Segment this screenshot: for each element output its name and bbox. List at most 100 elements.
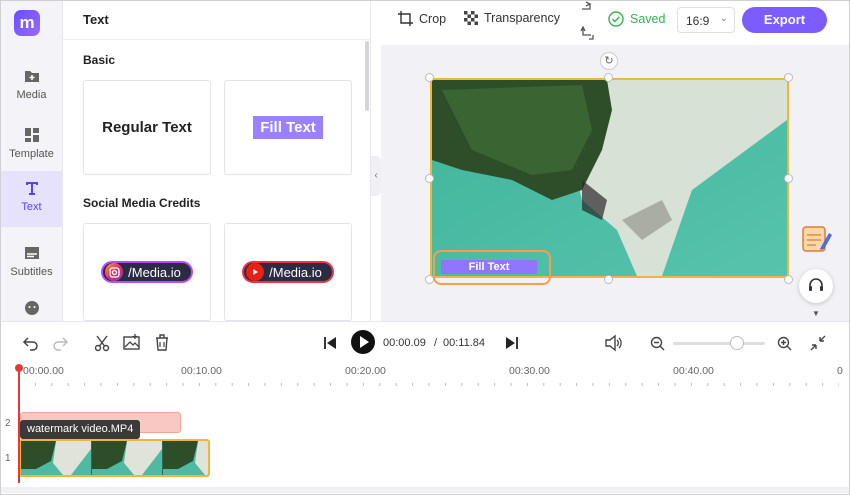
resize-handle[interactable]	[784, 275, 793, 284]
flip-vertical-icon[interactable]	[580, 25, 594, 41]
clip-thumbnail	[21, 441, 91, 475]
support-button[interactable]	[799, 269, 833, 303]
timeline-tick: 00:20.00	[345, 365, 386, 377]
app-logo[interactable]: m	[14, 10, 40, 36]
playhead[interactable]	[18, 371, 20, 483]
image-edit-icon[interactable]	[123, 333, 141, 351]
rail-item-stickers[interactable]	[1, 291, 62, 321]
time-separator: /	[434, 337, 438, 349]
more-chevron-icon[interactable]: ▼	[812, 309, 820, 318]
track-number: 1	[5, 453, 11, 464]
timeline-tick: 00:40.00	[673, 365, 714, 377]
media-folder-icon	[24, 71, 39, 82]
timeline-tick-partial: 0	[837, 365, 843, 377]
section-basic: Basic	[83, 53, 116, 67]
aspect-ratio-select[interactable]: 16:9 ⌄	[677, 7, 735, 33]
collapse-panel-handle[interactable]: ‹	[371, 156, 381, 196]
flip-horizontal-icon[interactable]	[580, 1, 594, 13]
total-time: 00:11.84	[443, 337, 486, 349]
instagram-handle: /Media.io	[128, 264, 181, 280]
resize-handle[interactable]	[784, 174, 793, 183]
panel-scrollbar[interactable]	[365, 41, 369, 111]
headset-icon	[809, 278, 823, 291]
rail-item-label: Template	[9, 148, 54, 160]
zoom-out-icon[interactable]	[649, 335, 667, 353]
video-frame-image	[432, 80, 787, 276]
text-panel: Text Basic Regular Text Fill Text Social…	[63, 1, 371, 321]
timeline-ruler[interactable]	[19, 380, 839, 386]
chevron-down-icon: ⌄	[719, 13, 728, 24]
check-circle-icon	[608, 11, 624, 27]
transparency-icon	[464, 11, 478, 25]
clip-thumbnail	[163, 441, 208, 475]
transparency-button[interactable]: Transparency	[464, 11, 560, 25]
transparency-label: Transparency	[484, 11, 560, 25]
youtube-icon	[246, 263, 265, 281]
video-clip-thumbnails	[21, 441, 208, 475]
instagram-credit-card[interactable]: /Media.io	[83, 223, 211, 321]
resize-handle[interactable]	[425, 275, 434, 284]
delete-icon[interactable]	[153, 333, 171, 351]
redo-icon[interactable]	[51, 334, 69, 352]
regular-text-preview: Regular Text	[102, 119, 192, 136]
aspect-ratio-value: 16:9	[686, 14, 710, 28]
instagram-credit-preview: /Media.io	[101, 261, 193, 283]
fill-text-card[interactable]: Fill Text	[224, 80, 352, 175]
rail-item-template[interactable]: Template	[1, 118, 62, 172]
resize-handle[interactable]	[604, 73, 613, 82]
video-preview[interactable]	[430, 78, 789, 278]
clip-name-tooltip: watermark video.MP4	[20, 420, 141, 439]
regular-text-card[interactable]: Regular Text	[83, 80, 211, 175]
divider	[63, 39, 371, 40]
youtube-credit-card[interactable]: /Media.io	[224, 223, 352, 321]
split-scissors-icon[interactable]	[94, 334, 112, 352]
text-overlay[interactable]: Fill Text	[441, 260, 537, 274]
resize-handle[interactable]	[784, 73, 793, 82]
fit-timeline-icon[interactable]	[809, 334, 827, 352]
left-rail: m Media Template Text Subtitles	[1, 1, 63, 321]
notepad-pencil-icon	[802, 226, 832, 252]
saved-label: Saved	[630, 12, 666, 26]
text-icon	[25, 182, 38, 195]
undo-icon[interactable]	[22, 334, 40, 352]
panel-title: Text	[83, 12, 109, 27]
resize-handle[interactable]	[604, 275, 613, 284]
skip-forward-icon[interactable]	[503, 334, 521, 352]
crop-icon	[398, 11, 413, 26]
app-window: m Media Template Text Subtitles Text Bas…	[0, 0, 850, 495]
rail-item-label: Subtitles	[10, 266, 53, 278]
annotate-button[interactable]	[799, 221, 833, 255]
export-button[interactable]: Export	[742, 7, 827, 33]
video-track-clip[interactable]	[19, 439, 210, 477]
resize-handle[interactable]	[425, 73, 434, 82]
resize-handle[interactable]	[425, 174, 434, 183]
crop-label: Crop	[419, 11, 447, 26]
crop-button[interactable]: Crop	[398, 11, 446, 26]
section-social-media-credits: Social Media Credits	[83, 196, 201, 210]
timeline-scrollbar[interactable]	[1, 487, 849, 493]
instagram-icon	[105, 263, 124, 281]
youtube-credit-preview: /Media.io	[242, 261, 334, 283]
current-time: 00:00.09	[383, 337, 426, 349]
rail-item-label: Text	[21, 201, 42, 213]
clip-thumbnail	[92, 441, 162, 475]
rotate-handle-icon[interactable]: ↻	[600, 52, 618, 70]
track-number: 2	[5, 418, 11, 429]
rail-item-subtitles[interactable]: Subtitles	[1, 236, 62, 290]
zoom-slider-handle[interactable]	[730, 336, 744, 350]
skip-back-icon[interactable]	[321, 334, 339, 352]
zoom-in-icon[interactable]	[776, 335, 794, 353]
rail-item-media[interactable]: Media	[1, 59, 62, 113]
volume-icon[interactable]	[604, 334, 622, 352]
rail-item-label: Media	[16, 89, 47, 101]
fill-text-preview: Fill Text	[253, 116, 323, 139]
timeline-tick: 00:00.00	[23, 365, 64, 377]
saved-status: Saved	[608, 11, 665, 27]
play-button[interactable]	[351, 330, 375, 354]
subtitles-icon	[24, 247, 39, 259]
timeline-tick: 00:30.00	[509, 365, 550, 377]
zoom-slider-track[interactable]	[673, 342, 765, 345]
timeline-tick: 00:10.00	[181, 365, 222, 377]
youtube-handle: /Media.io	[269, 264, 322, 280]
rail-item-text[interactable]: Text	[1, 171, 62, 227]
